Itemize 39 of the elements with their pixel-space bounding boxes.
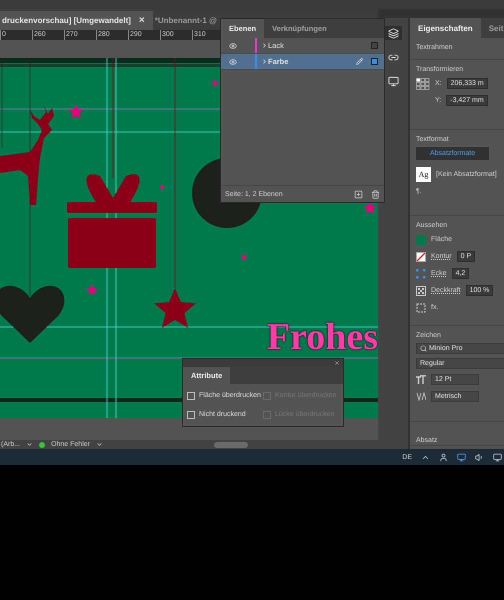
style-preview: Ag bbox=[416, 166, 431, 182]
chevron-down-icon[interactable] bbox=[26, 441, 34, 448]
new-layer-icon[interactable] bbox=[354, 190, 363, 198]
selection-square-icon[interactable] bbox=[371, 58, 378, 65]
trash-icon[interactable] bbox=[371, 190, 380, 198]
reference-point-icon[interactable] bbox=[416, 78, 430, 90]
scrollbar-thumb[interactable] bbox=[214, 442, 248, 448]
status-dot-icon bbox=[39, 442, 46, 448]
checkbox[interactable] bbox=[187, 392, 195, 400]
chevron-right-icon[interactable] bbox=[261, 42, 268, 49]
chevron-right-icon[interactable] bbox=[261, 58, 268, 65]
user-icon[interactable] bbox=[439, 452, 448, 462]
document-tab[interactable]: druckenvorschau] [Umgewandelt] × bbox=[0, 11, 153, 30]
checkbox[interactable] bbox=[187, 410, 195, 418]
close-icon[interactable]: × bbox=[138, 15, 145, 26]
font-size-icon bbox=[416, 375, 426, 384]
fill-swatch[interactable] bbox=[416, 234, 426, 244]
display-icon[interactable] bbox=[493, 452, 502, 462]
search-icon bbox=[420, 345, 427, 352]
star-shape bbox=[86, 284, 98, 295]
headline-text: Frohes bbox=[266, 318, 378, 356]
pencil-icon bbox=[356, 58, 363, 65]
layers-icon[interactable] bbox=[384, 26, 402, 40]
no-stroke-icon[interactable] bbox=[416, 252, 426, 262]
opacity-icon[interactable] bbox=[416, 286, 426, 296]
eye-icon[interactable] bbox=[229, 42, 237, 50]
chevron-down-icon[interactable] bbox=[96, 441, 103, 448]
star-shape bbox=[363, 201, 377, 214]
dot-shape bbox=[160, 185, 164, 189]
speaker-icon[interactable] bbox=[475, 452, 484, 462]
star-shape bbox=[211, 79, 219, 86]
frame-icon[interactable] bbox=[416, 302, 426, 312]
eye-icon[interactable] bbox=[229, 58, 237, 66]
close-icon[interactable] bbox=[334, 360, 340, 366]
panel-tab[interactable]: Seit bbox=[480, 18, 504, 38]
dot-shape bbox=[242, 254, 246, 260]
star-shape bbox=[68, 104, 84, 118]
panel-tab[interactable]: Eigenschaften bbox=[410, 18, 481, 38]
kerning-icon bbox=[416, 392, 426, 401]
